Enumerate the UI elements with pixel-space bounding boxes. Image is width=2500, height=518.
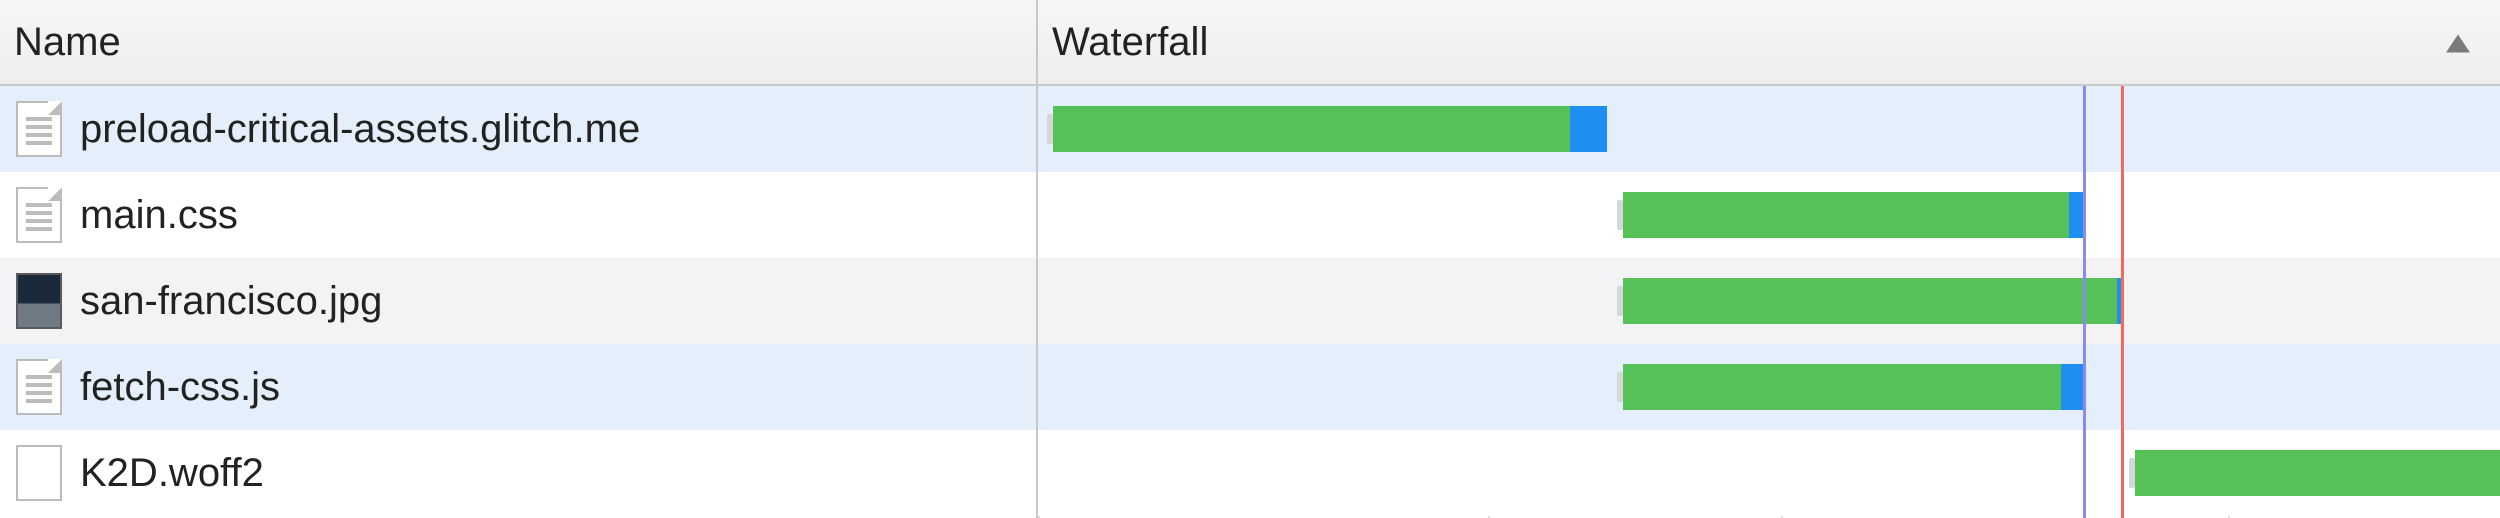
load-marker [2121, 86, 2124, 518]
domcontentloaded-marker [2083, 86, 2086, 518]
document-file-icon [16, 359, 62, 415]
header-waterfall[interactable]: Waterfall [1038, 0, 2500, 86]
request-row[interactable]: preload-critical-assets.glitch.me [0, 86, 1036, 172]
document-file-icon [16, 187, 62, 243]
waterfall-body [1038, 86, 2500, 518]
timing-bar [2135, 450, 2500, 496]
font-file-icon [16, 445, 62, 501]
image-file-icon [16, 273, 62, 329]
sort-asc-icon [2444, 20, 2472, 65]
column-waterfall: Waterfall [1038, 0, 2500, 518]
column-name: Name preload-critical-assets.glitch.me ma… [0, 0, 1038, 518]
request-row[interactable]: main.css [0, 172, 1036, 258]
waterfall-row[interactable] [1038, 86, 2500, 172]
request-row[interactable]: fetch-css.js [0, 344, 1036, 430]
network-panel: Name preload-critical-assets.glitch.me ma… [0, 0, 2500, 518]
request-name: preload-critical-assets.glitch.me [80, 107, 640, 152]
request-name: K2D.woff2 [80, 451, 264, 496]
timing-bar [1623, 278, 2123, 324]
waterfall-row[interactable] [1038, 258, 2500, 344]
timing-bar [1623, 192, 2084, 238]
header-name-label: Name [14, 20, 121, 65]
request-name: main.css [80, 193, 238, 238]
request-name: fetch-css.js [80, 365, 280, 410]
request-row[interactable]: san-francisco.jpg [0, 258, 1036, 344]
waterfall-row[interactable] [1038, 430, 2500, 516]
header-waterfall-label: Waterfall [1052, 20, 1208, 65]
header-name[interactable]: Name [0, 0, 1036, 86]
document-file-icon [16, 101, 62, 157]
waterfall-row[interactable] [1038, 344, 2500, 430]
waterfall-row[interactable] [1038, 172, 2500, 258]
request-row[interactable]: K2D.woff2 [0, 430, 1036, 516]
waterfall-rows [1038, 86, 2500, 518]
request-name: san-francisco.jpg [80, 279, 382, 324]
timing-bar [1053, 106, 1607, 152]
timing-bar [1623, 364, 2085, 410]
name-rows: preload-critical-assets.glitch.me main.cs… [0, 86, 1036, 518]
